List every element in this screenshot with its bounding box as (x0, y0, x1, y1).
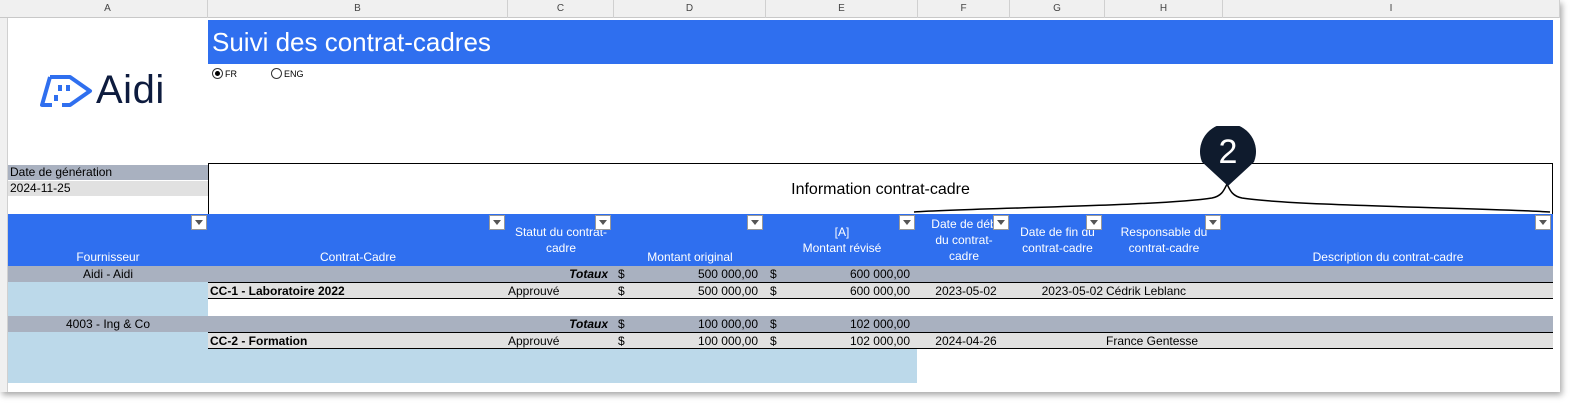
contract-original[interactable]: 100 000,00 (630, 333, 758, 349)
contract-name[interactable]: CC-2 - Formation (210, 333, 500, 349)
filter-dropdown-fin[interactable] (1086, 215, 1102, 230)
row-gutter (0, 18, 8, 392)
header-debut-line1: Date de déb (931, 216, 997, 231)
contract-start[interactable]: 2024-04-26 (920, 333, 1012, 349)
header-contrat-cadre: Contrat-Cadre (319, 250, 397, 264)
header-revise-line1: [A] (834, 224, 850, 239)
table-row-totals: Aidi - Aidi Totaux $ 500 000,00 $ 600 00… (8, 266, 1553, 282)
header-description: Description du contrat-cadre (1312, 250, 1464, 264)
logo-text: Aidi (96, 68, 165, 112)
chevron-down-icon (751, 220, 759, 225)
column-header-strip: A B C D E F G H I (0, 0, 1560, 18)
contract-manager[interactable]: France Gentesse (1106, 333, 1224, 349)
chevron-down-icon (997, 220, 1005, 225)
language-radio-eng[interactable]: ENG (271, 68, 304, 79)
column-header-f[interactable]: F (918, 0, 1010, 18)
filter-dropdown-statut[interactable] (595, 215, 611, 230)
header-debut-line3: cadre (948, 248, 980, 263)
filter-dropdown-contrat[interactable] (489, 215, 505, 230)
language-radio-fr[interactable]: FR (212, 68, 237, 79)
contract-start[interactable]: 2023-05-02 (920, 283, 1012, 299)
logo: Aidi (40, 68, 165, 113)
supplier-group-fill (8, 282, 208, 316)
contract-end[interactable]: 2023-05-02 (1008, 283, 1103, 299)
header-revise-line2: Montant révisé (802, 240, 882, 255)
chevron-down-icon (1090, 220, 1098, 225)
supplier-name[interactable]: Aidi - Aidi (8, 266, 208, 282)
column-header-d[interactable]: D (614, 0, 766, 18)
callout-number: 2 (1218, 133, 1238, 171)
contract-original[interactable]: 500 000,00 (630, 283, 758, 299)
aidi-logo-icon (40, 74, 92, 107)
currency-symbol: $ (770, 317, 777, 331)
contract-name[interactable]: CC-1 - Laboratoire 2022 (210, 283, 500, 299)
column-header-h[interactable]: H (1105, 0, 1223, 18)
chevron-down-icon (1209, 220, 1217, 225)
language-label-eng: ENG (284, 68, 304, 79)
table-row-contract[interactable]: CC-2 - Formation Approuvé $ 100 000,00 $… (208, 332, 1553, 349)
contract-description[interactable] (1224, 333, 1544, 349)
filter-dropdown-fournisseur[interactable] (191, 215, 207, 230)
spreadsheet-sheet: A B C D E F G H I Aidi Suivi des contrat… (0, 0, 1560, 392)
currency-symbol: $ (618, 317, 625, 331)
contract-revised[interactable]: 600 000,00 (782, 283, 910, 299)
table-row-contract[interactable]: CC-1 - Laboratoire 2022 Approuvé $ 500 0… (208, 282, 1553, 299)
header-responsable-line2: contrat-cadre (1128, 240, 1200, 255)
table-row-totals: 4003 - Ing & Co Totaux $ 100 000,00 $ 10… (8, 316, 1553, 332)
header-debut-line2: du contrat- (935, 232, 993, 247)
contract-status[interactable]: Approuvé (508, 283, 608, 299)
currency-symbol: $ (618, 267, 625, 281)
chevron-down-icon (493, 220, 501, 225)
header-responsable-line1: Responsable du (1120, 224, 1208, 239)
column-header-i[interactable]: I (1223, 0, 1560, 18)
header-fin-line2: contrat-cadre (1022, 240, 1093, 255)
chevron-down-icon (1539, 220, 1547, 225)
language-label-fr: FR (225, 68, 237, 79)
totals-label: Totaux (569, 317, 608, 331)
column-header-c[interactable]: C (508, 0, 614, 18)
column-header-g[interactable]: G (1010, 0, 1105, 18)
column-header-e[interactable]: E (766, 0, 918, 18)
radio-selected-icon (212, 68, 223, 79)
header-fin-line1: Date de fin du (1020, 224, 1095, 239)
header-fournisseur: Fournisseur (76, 250, 140, 264)
currency-symbol: $ (770, 267, 777, 281)
total-original[interactable]: 500 000,00 (638, 266, 758, 282)
supplier-name[interactable]: 4003 - Ing & Co (8, 316, 208, 332)
table-header: Fournisseur Contrat-Cadre Statut du cont… (8, 214, 1553, 266)
total-revised[interactable]: 600 000,00 (790, 266, 910, 282)
contract-end[interactable] (1008, 333, 1103, 349)
filter-dropdown-revise[interactable] (899, 215, 915, 230)
filter-dropdown-debut[interactable] (993, 215, 1009, 230)
chevron-down-icon (903, 220, 911, 225)
contract-status[interactable]: Approuvé (508, 333, 608, 349)
contract-description[interactable] (1224, 283, 1544, 299)
total-original[interactable]: 100 000,00 (638, 316, 758, 332)
filter-dropdown-responsable[interactable] (1205, 215, 1221, 230)
header-montant-revise: [A] Montant révisé (766, 214, 918, 266)
page-title: Suivi des contrat-cadres (208, 20, 1553, 64)
contract-revised[interactable]: 102 000,00 (782, 333, 910, 349)
total-revised[interactable]: 102 000,00 (790, 316, 910, 332)
totals-label: Totaux (569, 267, 608, 281)
column-header-b[interactable]: B (208, 0, 508, 18)
radio-unselected-icon (271, 68, 282, 79)
chevron-down-icon (195, 220, 203, 225)
column-header-a[interactable]: A (8, 0, 208, 18)
chevron-down-icon (599, 220, 607, 225)
contract-manager[interactable]: Cédrik Leblanc (1106, 283, 1224, 299)
header-statut-line2: cadre (545, 240, 577, 255)
generation-date-label: Date de génération (8, 165, 208, 180)
header-montant-original: Montant original (647, 250, 733, 264)
generation-date-value[interactable]: 2024-11-25 (8, 181, 208, 196)
filter-dropdown-original[interactable] (747, 215, 763, 230)
filter-dropdown-description[interactable] (1535, 215, 1551, 230)
header-statut-line1: Statut du contrat- (514, 224, 608, 239)
